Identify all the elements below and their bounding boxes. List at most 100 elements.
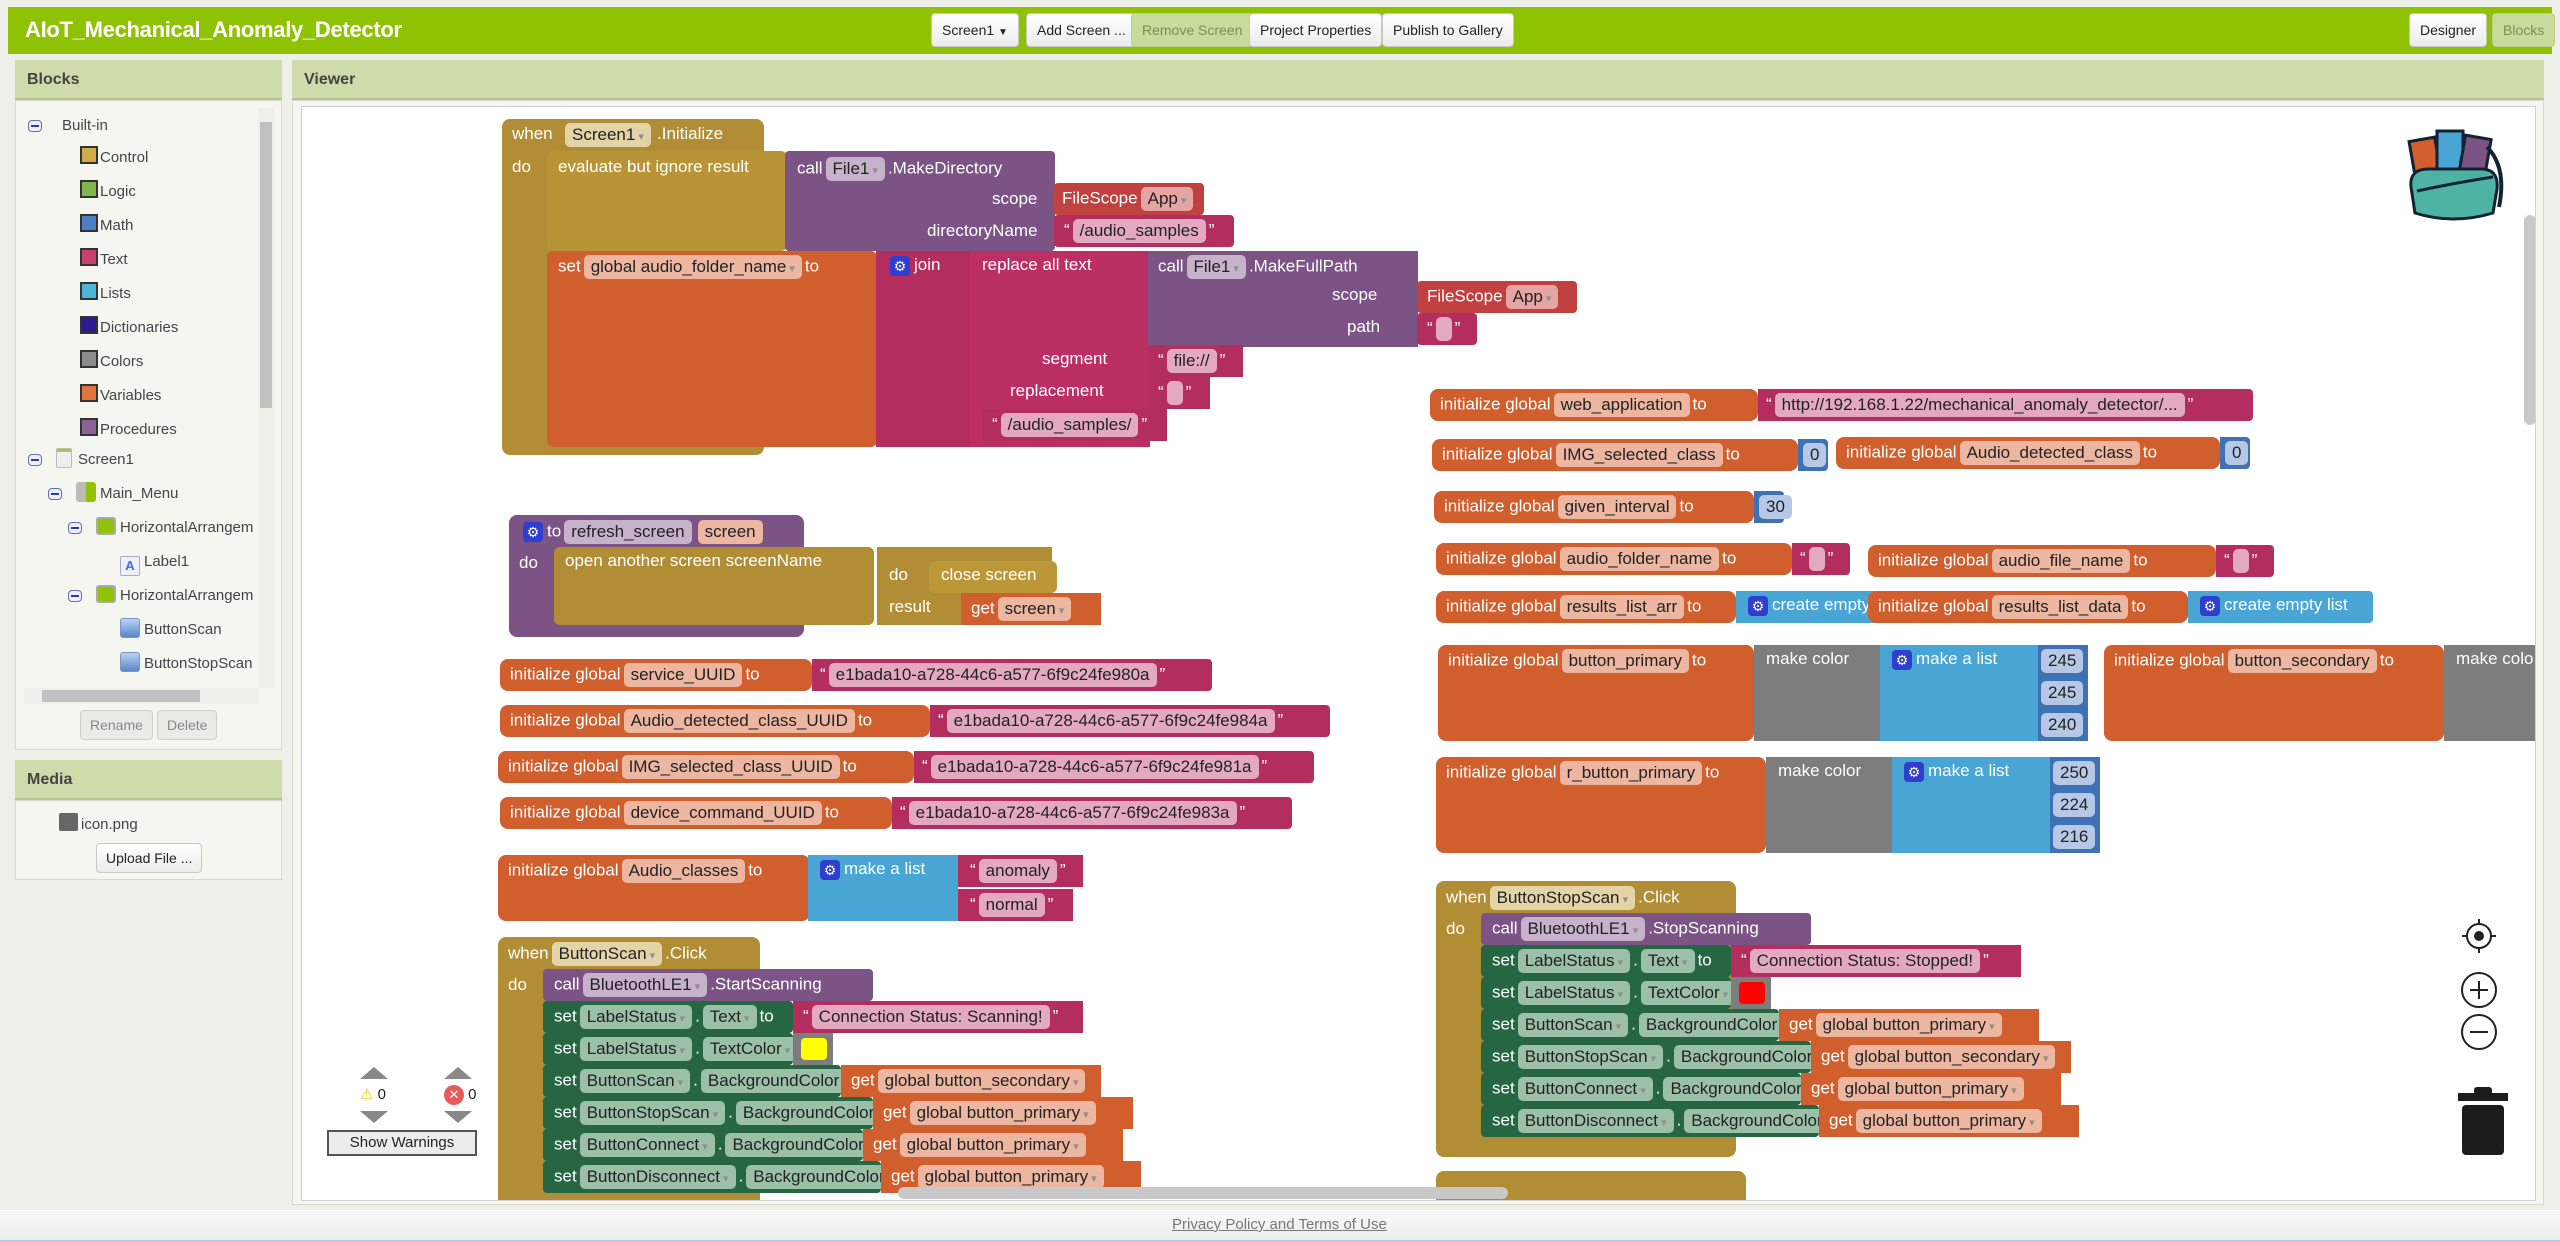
empty-text-value[interactable] <box>1435 317 1452 341</box>
property-dropdown[interactable]: TextColor <box>702 1037 798 1061</box>
errors-next-icon[interactable] <box>444 1111 472 1123</box>
builtin-text[interactable]: Text <box>80 246 128 274</box>
variable-dropdown[interactable]: global button_primary <box>909 1101 1096 1125</box>
component-dropdown[interactable]: ButtonStopScan <box>579 1101 726 1125</box>
variable-name[interactable]: Audio_classes <box>621 859 746 883</box>
builtin-control[interactable]: Control <box>80 144 148 172</box>
filescope-dropdown[interactable]: App <box>1140 187 1194 211</box>
text-value[interactable]: e1bada10-a728-44c6-a577-6f9c24fe983a <box>908 801 1237 825</box>
builtin-dictionaries[interactable]: Dictionaries <box>80 314 178 342</box>
rename-button[interactable]: Rename <box>80 710 153 740</box>
number-value[interactable]: 250 <box>2053 761 2096 785</box>
tree-main-menu[interactable]: Main_Menu <box>48 480 178 508</box>
collapse-icon[interactable] <box>68 590 82 603</box>
workspace-horizontal-scrollbar[interactable] <box>898 1187 1508 1199</box>
color-block[interactable] <box>793 1033 833 1065</box>
text-value[interactable]: e1bada10-a728-44c6-a577-6f9c24fe984a <box>946 709 1275 733</box>
remove-screen-button[interactable]: Remove Screen <box>1131 13 1254 47</box>
recenter-icon[interactable] <box>2460 917 2498 955</box>
text-value[interactable]: file:// <box>1166 349 1217 373</box>
text-value[interactable]: normal <box>978 893 1045 917</box>
variable-name[interactable]: Audio_detected_class_UUID <box>623 709 855 733</box>
add-screen-button[interactable]: Add Screen ... <box>1026 13 1137 47</box>
text-value[interactable]: /audio_samples <box>1072 219 1206 243</box>
media-file[interactable]: icon.png <box>59 813 138 833</box>
component-dropdown[interactable]: BluetoothLE1 <box>1520 917 1646 941</box>
zoom-in-icon[interactable] <box>2460 971 2498 1009</box>
upload-file-button[interactable]: Upload File ... <box>96 843 203 873</box>
text-value[interactable]: /audio_samples/ <box>1000 413 1139 437</box>
tree-button-scan[interactable]: ButtonScan <box>120 616 222 644</box>
delete-button[interactable]: Delete <box>157 710 218 740</box>
variable-dropdown[interactable]: global button_secondary <box>877 1069 1086 1093</box>
variable-name[interactable]: audio_file_name <box>1991 549 2131 573</box>
component-dropdown[interactable]: LabelStatus <box>579 1037 693 1061</box>
warnings-next-icon[interactable] <box>360 1111 388 1123</box>
zoom-out-icon[interactable] <box>2460 1013 2498 1051</box>
number-value[interactable]: 0 <box>2225 441 2249 465</box>
number-value[interactable]: 245 <box>2041 649 2084 673</box>
text-value[interactable] <box>2232 549 2249 573</box>
tree-horizontal-arrangement-2[interactable]: HorizontalArrangem <box>68 582 253 610</box>
join-block[interactable] <box>876 251 971 447</box>
gear-icon[interactable]: ⚙ <box>820 859 840 880</box>
component-dropdown[interactable]: ButtonConnect <box>1517 1077 1653 1101</box>
variable-name[interactable]: button_secondary <box>2227 649 2377 673</box>
file-dropdown[interactable]: File1 <box>1186 255 1246 279</box>
variable-name[interactable]: r_button_primary <box>1559 761 1703 785</box>
empty-text-value[interactable] <box>1166 381 1183 405</box>
project-properties-button[interactable]: Project Properties <box>1249 13 1383 47</box>
variable-name[interactable]: results_list_arr <box>1559 595 1685 619</box>
color-swatch[interactable] <box>801 1038 827 1060</box>
variable-name[interactable]: service_UUID <box>623 663 743 687</box>
builtin-variables[interactable]: Variables <box>80 382 161 410</box>
workspace-vertical-scrollbar[interactable] <box>2524 215 2535 425</box>
color-block[interactable] <box>1731 977 1771 1009</box>
property-dropdown[interactable]: BackgroundColor <box>1673 1045 1828 1069</box>
variable-name[interactable]: IMG_selected_class_UUID <box>621 755 840 779</box>
blocks-workspace[interactable]: when Screen1 .Initialize do evaluate but… <box>301 106 2536 1201</box>
component-dropdown[interactable]: ButtonDisconnect <box>1517 1109 1674 1133</box>
set-variable-block[interactable] <box>547 251 877 447</box>
property-dropdown[interactable]: BackgroundColor <box>700 1069 855 1093</box>
variable-dropdown[interactable]: screen <box>997 597 1072 621</box>
trash-icon[interactable] <box>2456 1087 2510 1157</box>
variable-dropdown[interactable]: global button_secondary <box>1847 1045 2056 1069</box>
property-dropdown[interactable]: Text <box>702 1005 757 1029</box>
variable-name[interactable]: device_command_UUID <box>623 801 822 825</box>
tree-vertical-scrollbar[interactable] <box>258 108 274 688</box>
tree-button-stop-scan[interactable]: ButtonStopScan <box>120 650 252 678</box>
number-value[interactable]: 240 <box>2041 713 2084 737</box>
component-dropdown[interactable]: ButtonScan <box>551 942 663 966</box>
procedure-name[interactable]: refresh_screen <box>564 520 692 544</box>
component-dropdown[interactable]: BluetoothLE1 <box>582 973 708 997</box>
show-warnings-button[interactable]: Show Warnings <box>327 1130 477 1156</box>
privacy-policy-link[interactable]: Privacy Policy and Terms of Use <box>1172 1216 1387 1233</box>
scrollbar-thumb[interactable] <box>260 122 272 408</box>
property-dropdown[interactable]: BackgroundColor <box>735 1101 890 1125</box>
variable-name[interactable]: IMG_selected_class <box>1555 443 1723 467</box>
component-dropdown[interactable]: ButtonStopScan <box>1489 886 1636 910</box>
variable-dropdown[interactable]: global button_primary <box>1815 1013 2002 1037</box>
component-dropdown[interactable]: LabelStatus <box>1517 949 1631 973</box>
number-value[interactable]: 0 <box>1803 443 1827 467</box>
variable-dropdown[interactable]: global button_primary <box>899 1133 1086 1157</box>
component-dropdown[interactable]: Screen1 <box>565 123 651 147</box>
variable-name[interactable]: button_primary <box>1561 649 1689 673</box>
component-dropdown[interactable]: LabelStatus <box>1517 981 1631 1005</box>
text-value[interactable]: Connection Status: Stopped! <box>1749 949 1981 973</box>
property-dropdown[interactable]: Text <box>1640 949 1695 973</box>
variable-name[interactable]: given_interval <box>1557 495 1677 519</box>
file-dropdown[interactable]: File1 <box>825 157 885 181</box>
variable-name[interactable]: web_application <box>1553 393 1690 417</box>
filescope-dropdown[interactable]: App <box>1505 285 1559 309</box>
number-value[interactable]: 30 <box>1759 495 1792 519</box>
screen-select[interactable]: Screen1 ▼ <box>931 13 1019 47</box>
gear-icon[interactable]: ⚙ <box>523 522 543 542</box>
collapse-icon[interactable] <box>28 454 42 467</box>
variable-dropdown[interactable]: global button_primary <box>1837 1077 2024 1101</box>
property-dropdown[interactable]: BackgroundColor <box>1638 1013 1793 1037</box>
property-dropdown[interactable]: BackgroundColor <box>725 1133 880 1157</box>
property-dropdown[interactable]: BackgroundColor <box>1684 1109 1839 1133</box>
collapse-icon[interactable] <box>28 120 42 133</box>
